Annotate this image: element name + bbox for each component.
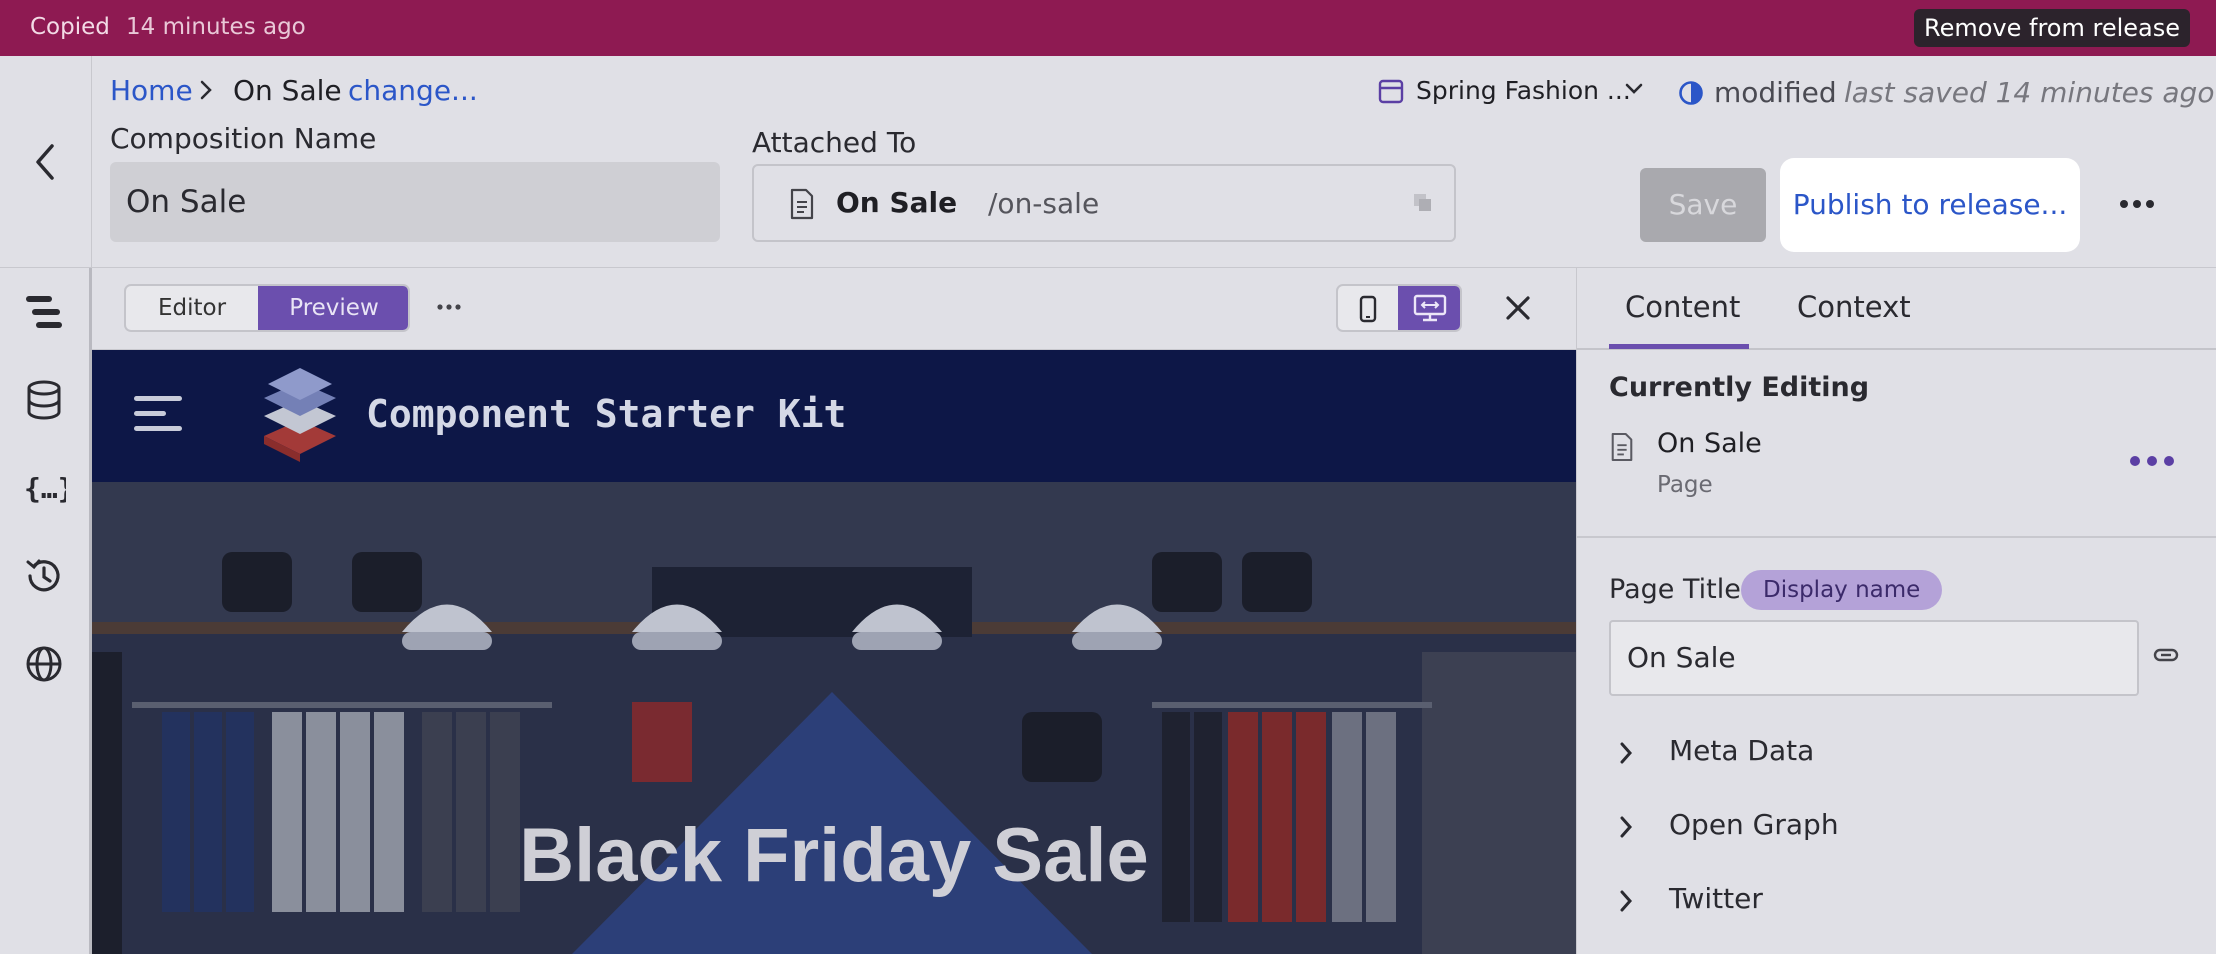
mobile-view-button[interactable] <box>1338 286 1398 330</box>
variables-icon[interactable]: {…} <box>22 466 66 510</box>
svg-text:{…}: {…} <box>24 472 66 505</box>
history-icon[interactable] <box>22 554 66 598</box>
page-title-input[interactable]: On Sale <box>1609 620 2139 696</box>
attached-to-label: Attached To <box>752 126 917 159</box>
twitter-section[interactable]: Twitter <box>1609 880 2169 920</box>
structure-icon[interactable] <box>22 290 66 334</box>
panel-divider <box>1577 536 2216 538</box>
page-title-label: Page Title <box>1609 574 1741 605</box>
editing-item-type: Page <box>1657 472 1713 498</box>
breadcrumb-current: On Sale <box>233 74 342 107</box>
globe-icon[interactable] <box>22 642 66 686</box>
composition-header: Home On Sale change... Composition Name … <box>0 56 2216 268</box>
active-tab-indicator <box>1609 344 1749 349</box>
attached-to-field[interactable]: On Sale /on-sale <box>752 164 1456 242</box>
display-name-badge: Display name <box>1741 570 1943 610</box>
copied-time: 14 minutes ago <box>126 14 306 40</box>
document-icon <box>790 188 814 220</box>
tab-editor[interactable]: Editor <box>126 286 258 330</box>
composition-name-label: Composition Name <box>110 122 377 155</box>
chevron-right-icon <box>1620 742 1633 764</box>
meta-data-section[interactable]: Meta Data <box>1609 732 2169 772</box>
tab-preview[interactable]: Preview <box>258 286 408 330</box>
remove-from-release-button[interactable]: Remove from release <box>1913 9 2190 47</box>
editor-preview-toggle: Editor Preview <box>124 284 410 332</box>
save-button[interactable]: Save <box>1640 168 1766 242</box>
desktop-view-button[interactable] <box>1398 286 1460 330</box>
currently-editing-heading: Currently Editing <box>1609 372 1870 403</box>
chevron-down-icon <box>1625 83 1643 94</box>
tab-context[interactable]: Context <box>1797 290 1911 324</box>
back-button[interactable] <box>0 56 92 268</box>
release-banner: Copied 14 minutes ago Remove from releas… <box>0 0 2216 56</box>
change-link[interactable]: change... <box>348 74 478 107</box>
site-navbar: Component Starter Kit <box>92 350 1576 482</box>
breadcrumb-chevron-icon <box>198 76 214 109</box>
copy-icon[interactable] <box>1412 192 1434 214</box>
attached-name: On Sale <box>836 186 958 219</box>
item-more-icon[interactable] <box>2129 454 2175 468</box>
calendar-icon <box>1378 79 1404 104</box>
document-icon <box>1611 432 1633 462</box>
hero-title: Black Friday Sale <box>519 813 1149 898</box>
attached-path: /on-sale <box>988 187 1100 220</box>
left-sidebar: {…} <box>0 268 92 954</box>
last-saved-label: last saved 14 minutes ago <box>1844 76 2215 109</box>
publish-to-release-button[interactable]: Publish to release... <box>1780 158 2080 252</box>
properties-panel: Content Context Currently Editing On Sal… <box>1576 268 2216 954</box>
editing-item-name: On Sale <box>1657 428 1762 459</box>
copied-status: Copied <box>30 14 110 40</box>
mobile-icon <box>1359 295 1377 323</box>
preview-more-icon[interactable] <box>436 300 462 314</box>
hamburger-menu-icon[interactable] <box>132 392 184 436</box>
tab-content[interactable]: Content <box>1625 290 1740 324</box>
release-name: Spring Fashion ... <box>1416 76 1631 105</box>
desktop-icon <box>1413 294 1447 322</box>
panel-tabs: Content Context <box>1577 268 2216 350</box>
site-brand-name: Component Starter Kit <box>366 392 847 436</box>
data-icon[interactable] <box>22 378 66 422</box>
hero-banner: Black Friday Sale <box>92 482 1576 954</box>
section-label: Twitter <box>1669 882 1763 915</box>
modified-label: modified <box>1714 76 1837 109</box>
open-graph-section[interactable]: Open Graph <box>1609 806 2169 846</box>
composition-name-input[interactable]: On Sale <box>110 162 720 242</box>
brand-logo-icon <box>264 368 336 462</box>
chevron-left-icon <box>36 144 54 180</box>
section-label: Open Graph <box>1669 808 1839 841</box>
section-label: Meta Data <box>1669 734 1815 767</box>
chevron-right-icon <box>1620 890 1633 912</box>
more-options-icon[interactable] <box>2118 194 2156 214</box>
chevron-right-icon <box>1620 816 1633 838</box>
breadcrumb-home[interactable]: Home <box>110 74 193 107</box>
site-preview: Component Starter Kit Black Friday Sale <box>92 350 1576 954</box>
link-icon[interactable] <box>2153 648 2179 662</box>
close-icon[interactable] <box>1500 290 1536 326</box>
device-toggle <box>1336 284 1462 332</box>
modified-status-icon <box>1679 81 1703 105</box>
